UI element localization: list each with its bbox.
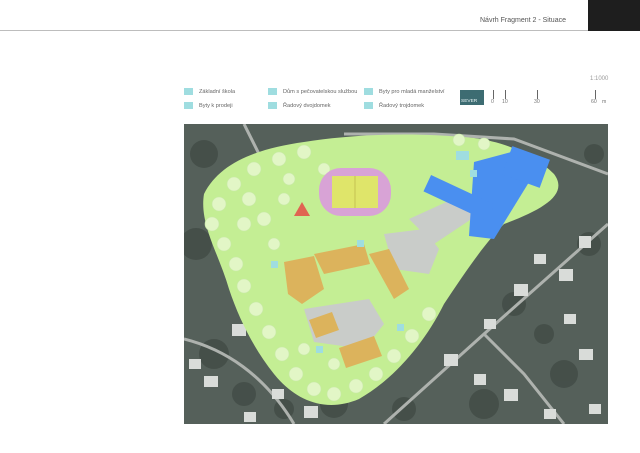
legend-swatch [268, 102, 277, 109]
header-rule [0, 30, 588, 31]
legend-swatch [364, 102, 373, 109]
scale-ratio: 1:1000 [590, 76, 609, 82]
legend-item-zakladni-skola: Základní škola [184, 88, 235, 95]
legend-item-dum-s-pecovatelskou-sluzbou: Dům s pečovatelskou službou [268, 88, 357, 95]
legend-item-radovy-trojdomek: Řadový trojdomek [364, 102, 424, 109]
scale-tick [505, 90, 506, 99]
scale-unit: m [602, 99, 607, 105]
scale-label-0: 0 [491, 99, 494, 105]
legend-item-byty-pro-mlada-manzelstvi: Byty pro mladá manželství [364, 88, 445, 95]
scale-tick [537, 90, 538, 99]
north-label: SEVER [461, 99, 478, 104]
legend-label: Řadový trojdomek [379, 102, 425, 109]
site-plan-map [184, 124, 608, 424]
scale-tick [493, 90, 494, 99]
legend-label: Byty pro mladá manželství [379, 88, 445, 95]
site-plan-svg [184, 124, 608, 424]
legend-swatch [184, 102, 193, 109]
legend-swatch [184, 88, 193, 95]
header-dark-tab [588, 0, 640, 31]
legend-swatch [364, 88, 373, 95]
legend-swatch [268, 88, 277, 95]
scale-label-30: 30 [534, 99, 540, 105]
legend-label: Základní škola [199, 88, 236, 95]
scale-label-60: 60 [591, 99, 597, 105]
legend-item-byty-k-prodeji: Byty k prodeji [184, 102, 233, 109]
legend-label: Byty k prodeji [199, 102, 233, 109]
legend-label: Řadový dvojdomek [283, 102, 331, 109]
legend-item-radovy-dvojdomek: Řadový dvojdomek [268, 102, 331, 109]
scale-label-10: 10 [502, 99, 508, 105]
page-title: Návrh Fragment 2 - Situace [480, 17, 566, 24]
scale-tick [595, 90, 596, 99]
legend-label: Dům s pečovatelskou službou [283, 88, 358, 95]
